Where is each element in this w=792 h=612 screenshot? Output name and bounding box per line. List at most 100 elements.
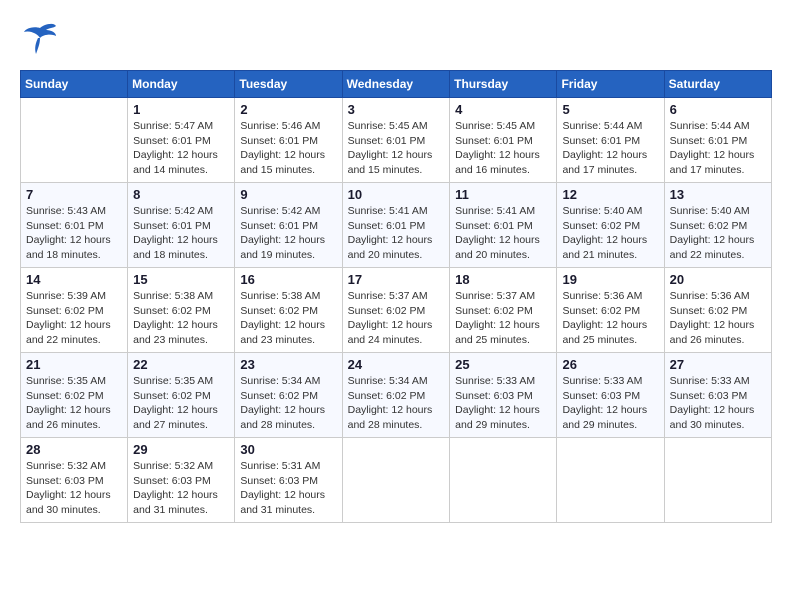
day-info: Sunrise: 5:45 AM Sunset: 6:01 PM Dayligh… (348, 119, 445, 178)
day-number: 5 (562, 102, 658, 117)
day-info: Sunrise: 5:42 AM Sunset: 6:01 PM Dayligh… (240, 204, 336, 263)
day-number: 6 (670, 102, 766, 117)
day-number: 16 (240, 272, 336, 287)
day-number: 24 (348, 357, 445, 372)
calendar-cell: 14 Sunrise: 5:39 AM Sunset: 6:02 PM Dayli… (21, 268, 128, 353)
day-info: Sunrise: 5:40 AM Sunset: 6:02 PM Dayligh… (562, 204, 658, 263)
calendar-week-row: 7 Sunrise: 5:43 AM Sunset: 6:01 PM Daylig… (21, 183, 772, 268)
calendar-cell: 5 Sunrise: 5:44 AM Sunset: 6:01 PM Daylig… (557, 98, 664, 183)
logo-icon (20, 20, 60, 60)
day-info: Sunrise: 5:34 AM Sunset: 6:02 PM Dayligh… (348, 374, 445, 433)
day-info: Sunrise: 5:37 AM Sunset: 6:02 PM Dayligh… (348, 289, 445, 348)
day-info: Sunrise: 5:33 AM Sunset: 6:03 PM Dayligh… (455, 374, 551, 433)
day-info: Sunrise: 5:42 AM Sunset: 6:01 PM Dayligh… (133, 204, 229, 263)
day-info: Sunrise: 5:33 AM Sunset: 6:03 PM Dayligh… (670, 374, 766, 433)
day-info: Sunrise: 5:33 AM Sunset: 6:03 PM Dayligh… (562, 374, 658, 433)
calendar-cell: 24 Sunrise: 5:34 AM Sunset: 6:02 PM Dayli… (342, 353, 450, 438)
day-info: Sunrise: 5:34 AM Sunset: 6:02 PM Dayligh… (240, 374, 336, 433)
day-number: 18 (455, 272, 551, 287)
calendar-cell: 15Sunrise: 5:38 AM Sunset: 6:02 PM Dayli… (128, 268, 235, 353)
day-info: Sunrise: 5:38 AM Sunset: 6:02 PM Dayligh… (240, 289, 336, 348)
day-number: 7 (26, 187, 122, 202)
day-number: 8 (133, 187, 229, 202)
day-info: Sunrise: 5:45 AM Sunset: 6:01 PM Dayligh… (455, 119, 551, 178)
day-number: 29 (133, 442, 229, 457)
calendar-cell: 21 Sunrise: 5:35 AM Sunset: 6:02 PM Dayli… (21, 353, 128, 438)
day-number: 23 (240, 357, 336, 372)
day-info: Sunrise: 5:41 AM Sunset: 6:01 PM Dayligh… (455, 204, 551, 263)
calendar-cell: 3 Sunrise: 5:45 AM Sunset: 6:01 PM Daylig… (342, 98, 450, 183)
calendar-week-row: 28 Sunrise: 5:32 AM Sunset: 6:03 PM Dayli… (21, 438, 772, 523)
calendar-cell: 12 Sunrise: 5:40 AM Sunset: 6:02 PM Dayli… (557, 183, 664, 268)
day-number: 10 (348, 187, 445, 202)
calendar-cell: 7 Sunrise: 5:43 AM Sunset: 6:01 PM Daylig… (21, 183, 128, 268)
day-info: Sunrise: 5:39 AM Sunset: 6:02 PM Dayligh… (26, 289, 122, 348)
calendar-cell (557, 438, 664, 523)
calendar-cell (664, 438, 771, 523)
calendar-cell: 30Sunrise: 5:31 AM Sunset: 6:03 PM Dayli… (235, 438, 342, 523)
calendar-day-header: Friday (557, 71, 664, 98)
day-info: Sunrise: 5:32 AM Sunset: 6:03 PM Dayligh… (133, 459, 229, 518)
day-info: Sunrise: 5:31 AM Sunset: 6:03 PM Dayligh… (240, 459, 336, 518)
page-header (20, 20, 772, 60)
calendar-day-header: Monday (128, 71, 235, 98)
day-info: Sunrise: 5:44 AM Sunset: 6:01 PM Dayligh… (562, 119, 658, 178)
day-number: 9 (240, 187, 336, 202)
day-info: Sunrise: 5:32 AM Sunset: 6:03 PM Dayligh… (26, 459, 122, 518)
day-number: 21 (26, 357, 122, 372)
day-info: Sunrise: 5:43 AM Sunset: 6:01 PM Dayligh… (26, 204, 122, 263)
calendar-cell: 23 Sunrise: 5:34 AM Sunset: 6:02 PM Dayli… (235, 353, 342, 438)
day-info: Sunrise: 5:35 AM Sunset: 6:02 PM Dayligh… (133, 374, 229, 433)
calendar-cell: 13Sunrise: 5:40 AM Sunset: 6:02 PM Dayli… (664, 183, 771, 268)
day-info: Sunrise: 5:36 AM Sunset: 6:02 PM Dayligh… (562, 289, 658, 348)
calendar-day-header: Saturday (664, 71, 771, 98)
day-info: Sunrise: 5:41 AM Sunset: 6:01 PM Dayligh… (348, 204, 445, 263)
calendar-cell: 20Sunrise: 5:36 AM Sunset: 6:02 PM Dayli… (664, 268, 771, 353)
day-number: 4 (455, 102, 551, 117)
calendar-cell: 29 Sunrise: 5:32 AM Sunset: 6:03 PM Dayli… (128, 438, 235, 523)
day-number: 3 (348, 102, 445, 117)
calendar-cell: 18Sunrise: 5:37 AM Sunset: 6:02 PM Dayli… (450, 268, 557, 353)
calendar-cell: 6 Sunrise: 5:44 AM Sunset: 6:01 PM Daylig… (664, 98, 771, 183)
calendar-day-header: Tuesday (235, 71, 342, 98)
day-number: 1 (133, 102, 229, 117)
calendar-header-row: SundayMondayTuesdayWednesdayThursdayFrid… (21, 71, 772, 98)
calendar-cell: 10 Sunrise: 5:41 AM Sunset: 6:01 PM Dayli… (342, 183, 450, 268)
day-info: Sunrise: 5:40 AM Sunset: 6:02 PM Dayligh… (670, 204, 766, 263)
logo (20, 20, 62, 60)
day-number: 11 (455, 187, 551, 202)
calendar-cell: 28 Sunrise: 5:32 AM Sunset: 6:03 PM Dayli… (21, 438, 128, 523)
calendar-cell (21, 98, 128, 183)
day-number: 26 (562, 357, 658, 372)
calendar-week-row: 14 Sunrise: 5:39 AM Sunset: 6:02 PM Dayli… (21, 268, 772, 353)
calendar-cell: 25 Sunrise: 5:33 AM Sunset: 6:03 PM Dayli… (450, 353, 557, 438)
calendar-cell: 27 Sunrise: 5:33 AM Sunset: 6:03 PM Dayli… (664, 353, 771, 438)
day-number: 12 (562, 187, 658, 202)
day-number: 19 (562, 272, 658, 287)
calendar-table: SundayMondayTuesdayWednesdayThursdayFrid… (20, 70, 772, 523)
day-number: 28 (26, 442, 122, 457)
calendar-day-header: Wednesday (342, 71, 450, 98)
calendar-day-header: Thursday (450, 71, 557, 98)
day-number: 20 (670, 272, 766, 287)
calendar-week-row: 21 Sunrise: 5:35 AM Sunset: 6:02 PM Dayli… (21, 353, 772, 438)
day-info: Sunrise: 5:38 AM Sunset: 6:02 PM Dayligh… (133, 289, 229, 348)
day-info: Sunrise: 5:47 AM Sunset: 6:01 PM Dayligh… (133, 119, 229, 178)
calendar-cell (450, 438, 557, 523)
day-number: 22 (133, 357, 229, 372)
calendar-cell (342, 438, 450, 523)
calendar-cell: 9 Sunrise: 5:42 AM Sunset: 6:01 PM Daylig… (235, 183, 342, 268)
day-info: Sunrise: 5:35 AM Sunset: 6:02 PM Dayligh… (26, 374, 122, 433)
calendar-week-row: 1 Sunrise: 5:47 AM Sunset: 6:01 PM Daylig… (21, 98, 772, 183)
calendar-cell: 17 Sunrise: 5:37 AM Sunset: 6:02 PM Dayli… (342, 268, 450, 353)
day-number: 25 (455, 357, 551, 372)
day-number: 27 (670, 357, 766, 372)
day-info: Sunrise: 5:44 AM Sunset: 6:01 PM Dayligh… (670, 119, 766, 178)
day-number: 2 (240, 102, 336, 117)
calendar-cell: 26 Sunrise: 5:33 AM Sunset: 6:03 PM Dayli… (557, 353, 664, 438)
day-number: 17 (348, 272, 445, 287)
calendar-cell: 2Sunrise: 5:46 AM Sunset: 6:01 PM Daylig… (235, 98, 342, 183)
day-number: 14 (26, 272, 122, 287)
calendar-cell: 4 Sunrise: 5:45 AM Sunset: 6:01 PM Daylig… (450, 98, 557, 183)
calendar-cell: 8 Sunrise: 5:42 AM Sunset: 6:01 PM Daylig… (128, 183, 235, 268)
